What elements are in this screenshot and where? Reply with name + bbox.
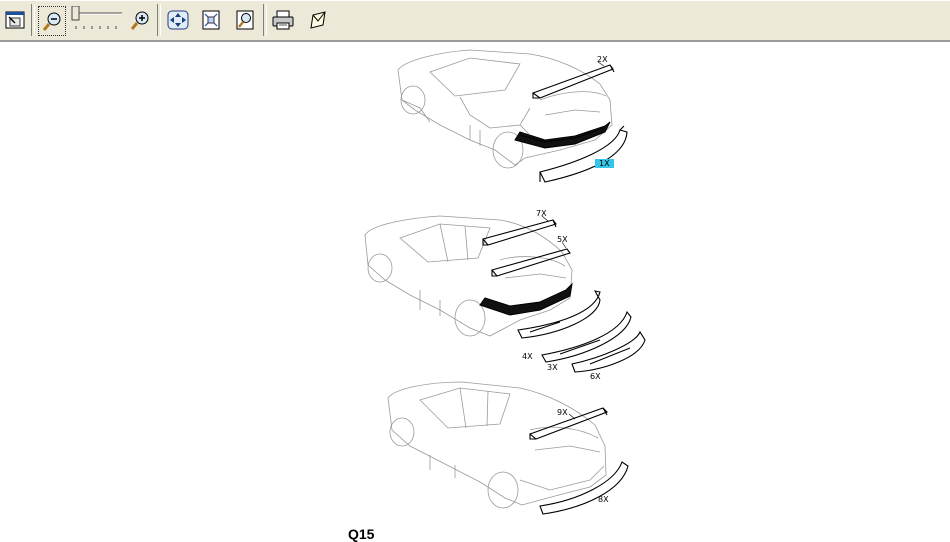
part-roof-spoiler-7x [482,219,557,246]
zoom-slider[interactable] [70,6,126,34]
car-illustration-hatchback [387,381,607,509]
callout-4x[interactable]: 4X [522,352,533,361]
callout-5x[interactable]: 5X [557,235,568,244]
viewer-toolbar [0,0,950,42]
callout-9x[interactable]: 9X [557,408,568,417]
print-button[interactable] [270,6,296,34]
fit-window-button[interactable] [2,6,28,34]
send-icon [310,11,326,29]
zoom-out-button[interactable] [38,6,66,36]
part-rear-bumper-3x [541,310,632,363]
fit-page-button[interactable] [198,6,224,34]
car-illustration-3door [397,49,613,169]
send-button[interactable] [305,6,331,34]
toolbar-separator [31,4,35,36]
callout-3x[interactable]: 3X [547,363,558,372]
part-roof-spoiler-9x [528,407,608,440]
restore-window-icon [5,11,25,29]
toolbar-separator [263,4,267,36]
part-roof-spoiler [531,64,615,99]
printer-icon [272,10,294,30]
car-illustration-5door [364,215,573,337]
callout-7x[interactable]: 7X [536,209,547,218]
toolbar-separator [157,4,161,36]
pan-button[interactable] [165,6,191,34]
callout-8x[interactable]: 8X [598,495,609,504]
callout-1x[interactable]: 1X [595,159,614,168]
zoom-slider-thumb[interactable] [71,6,80,21]
pan-arrows-icon [167,10,189,30]
fit-page-icon [202,10,220,30]
part-rear-bumper-8x [539,461,629,515]
zoom-area-button[interactable] [232,6,258,34]
zoom-out-icon [42,12,61,31]
part-rear-bumper-6x [571,330,646,373]
callout-6x[interactable]: 6X [590,372,601,381]
parts-diagram [364,49,646,515]
diagram-canvas: 2X 1X 7X 5X 4X 3X 6X 9X 8X [0,42,950,540]
zoom-in-icon [130,11,149,30]
zoom-area-icon [236,10,254,30]
zoom-in-button[interactable] [127,6,153,34]
callout-2x[interactable]: 2X [597,55,608,64]
